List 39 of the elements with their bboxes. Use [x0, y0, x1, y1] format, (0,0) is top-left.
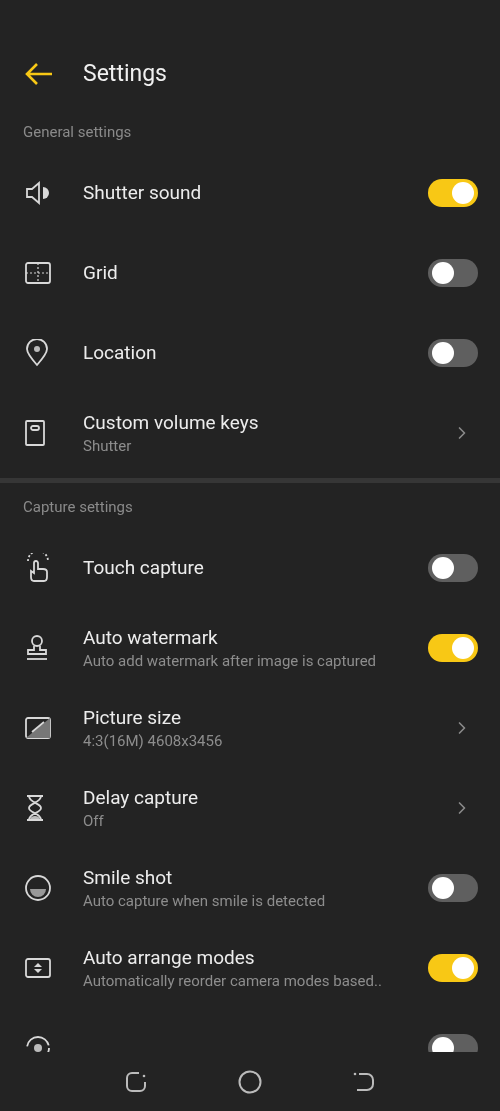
smile-shot-icon [24, 874, 52, 902]
setting-title: Auto arrange modes [83, 945, 256, 971]
phone-key-icon [24, 419, 46, 447]
toggle-switch[interactable] [428, 554, 478, 582]
setting-title: Custom volume keys [83, 410, 260, 436]
toggle-switch[interactable] [428, 634, 478, 662]
back-nav-icon[interactable] [352, 1070, 375, 1093]
arrange-icon [24, 956, 52, 980]
grid-icon [24, 261, 52, 285]
setting-title: Location [83, 340, 158, 366]
setting-title: Picture size [83, 705, 183, 731]
picture-size-icon [24, 716, 52, 740]
setting-title: Shutter sound [83, 180, 203, 206]
setting-title: Grid [83, 260, 119, 286]
toggle-switch[interactable] [428, 179, 478, 207]
setting-description: Off [83, 811, 105, 831]
toggle-switch[interactable] [428, 259, 478, 287]
setting-description: Auto add watermark after image is captured [83, 651, 378, 671]
toggle-switch[interactable] [428, 954, 478, 982]
back-arrow-icon [24, 62, 54, 86]
setting-description: Auto capture when smile is detected [83, 891, 327, 911]
section-header: General settings [23, 122, 133, 142]
setting-title: Smile shot [83, 865, 174, 891]
hourglass-icon [24, 794, 46, 822]
home-nav-icon[interactable] [238, 1069, 262, 1094]
setting-description: Shutter [83, 436, 133, 456]
setting-description: Automatically reorder camera modes based.. [83, 971, 383, 991]
touch-hand-icon [24, 553, 52, 583]
toggle-switch[interactable] [428, 874, 478, 902]
recents-nav-icon[interactable] [125, 1070, 148, 1093]
setting-title: Delay capture [83, 785, 200, 811]
setting-title: Auto watermark [83, 625, 219, 651]
setting-title: Touch capture [83, 555, 205, 581]
setting-description: 4:3(16M) 4608x3456 [83, 731, 224, 751]
location-pin-icon [24, 339, 50, 367]
section-header: Capture settings [23, 497, 134, 517]
stamp-icon [24, 634, 50, 662]
page-title: Settings [83, 58, 167, 89]
toggle-switch[interactable] [428, 339, 478, 367]
